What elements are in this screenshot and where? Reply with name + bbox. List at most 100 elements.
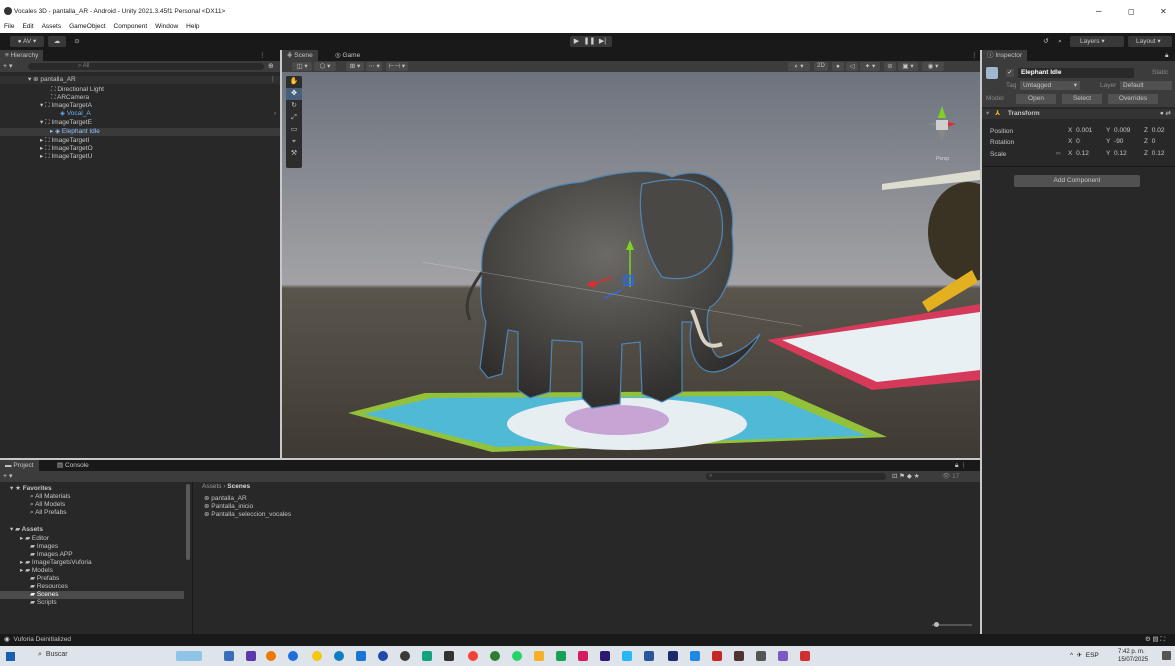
view-tool-icon[interactable]: ✋: [286, 76, 302, 88]
layers-dropdown[interactable]: Layers ▾: [1070, 36, 1124, 47]
illustrator-icon[interactable]: [734, 651, 744, 661]
menu-window[interactable]: Window: [155, 23, 178, 30]
tab-scene[interactable]: ⋕ Scene: [282, 50, 318, 61]
scene-asset[interactable]: ⊛ Pantalla_seleccion_vocales: [204, 511, 980, 519]
hidden-packages-count[interactable]: 👁︎ 17: [942, 472, 959, 480]
grid-snap-button[interactable]: ⊞ ▾: [346, 62, 364, 71]
chrome-icon[interactable]: [312, 651, 322, 661]
clock[interactable]: 7:42 p. m. 15/07/2025: [1118, 648, 1148, 664]
close-button[interactable]: ✕: [1160, 7, 1167, 16]
transform-tool-icon[interactable]: ⌖: [286, 136, 302, 148]
vscode-icon[interactable]: [690, 651, 700, 661]
position-z-field[interactable]: Z 0.02: [1144, 127, 1167, 134]
static-toggle[interactable]: Static: [1152, 69, 1168, 76]
lock-icon[interactable]: 🔒︎: [1160, 50, 1173, 61]
hierarchy-item[interactable]: ▸ ⛶ ImageTargetU: [0, 153, 280, 161]
scene-menu-icon[interactable]: ⋮: [966, 50, 983, 61]
tag-dropdown[interactable]: Untagged ▾: [1020, 81, 1080, 90]
folder-item[interactable]: ▸ ▰ Models: [0, 567, 184, 575]
account-button[interactable]: ● AV ▾: [10, 36, 44, 47]
widget-icon[interactable]: [176, 651, 202, 661]
edge-icon[interactable]: [334, 651, 344, 661]
tab-project[interactable]: ▬ Project: [0, 460, 39, 471]
object-name-field[interactable]: Elephant Idle: [1018, 68, 1134, 78]
menu-file[interactable]: File: [4, 23, 14, 30]
scene-menu-icon[interactable]: ⋮: [270, 76, 277, 84]
app-icon[interactable]: [712, 651, 722, 661]
scale-tool-icon[interactable]: ⤢: [286, 112, 302, 124]
windows-start-icon[interactable]: [6, 652, 15, 661]
scale-z-field[interactable]: Z 0.12: [1144, 150, 1167, 157]
project-search-input[interactable]: ⌕: [706, 473, 886, 480]
icon-size-slider-handle[interactable]: [934, 622, 939, 627]
play-button[interactable]: ▶: [570, 36, 583, 47]
favorite-item[interactable]: ⌕ All Prefabs: [0, 509, 184, 517]
firefox-icon[interactable]: [266, 651, 276, 661]
opera-icon[interactable]: [468, 651, 478, 661]
favorite-item[interactable]: ⌕ All Models: [0, 501, 184, 509]
add-component-button[interactable]: Add Component: [1014, 175, 1140, 187]
folder-item-selected[interactable]: ▰ Scenes: [0, 591, 184, 599]
rotation-x-field[interactable]: X 0: [1068, 138, 1082, 145]
icon-size-slider[interactable]: [932, 622, 972, 627]
draw-mode-dropdown[interactable]: ◫ ▾: [292, 62, 312, 71]
hierarchy-item[interactable]: ▸ ⛶ ImageTargetI: [0, 137, 280, 145]
scale-x-field[interactable]: X 0.12: [1068, 150, 1091, 157]
custom-tool-icon[interactable]: ⚒: [286, 148, 302, 160]
copilot-icon[interactable]: [246, 651, 256, 661]
notifications-icon[interactable]: [1162, 651, 1171, 660]
app-icon[interactable]: [378, 651, 388, 661]
hierarchy-search-input[interactable]: ⌕ All: [28, 63, 264, 70]
tab-inspector[interactable]: ⓘ Inspector: [982, 50, 1028, 61]
favorites-row[interactable]: ▾ ★ Favorites: [0, 485, 184, 493]
rotation-z-field[interactable]: Z 0: [1144, 138, 1158, 145]
taskbar-search[interactable]: ⌕ Buscar: [38, 651, 68, 659]
audition-icon[interactable]: [668, 651, 678, 661]
shading-mode-button[interactable]: ◐ ▾: [788, 62, 810, 71]
active-checkbox[interactable]: ✓: [1006, 69, 1014, 77]
hierarchy-item[interactable]: ▸ ⛶ ImageTargetO: [0, 145, 280, 153]
snap-increment-button[interactable]: ⋯ ▾: [366, 62, 382, 71]
acrobat-icon[interactable]: [800, 651, 810, 661]
camera-dropdown[interactable]: ▣ ▾: [898, 62, 918, 71]
folder-item[interactable]: ▰ Resources: [0, 583, 184, 591]
hierarchy-item[interactable]: ▾ ⛶ ImageTargetA: [0, 102, 280, 110]
task-view-icon[interactable]: [224, 651, 234, 661]
system-tray[interactable]: ^ ✈ ESP: [1070, 651, 1099, 659]
overrides-button[interactable]: Overrides: [1108, 94, 1158, 104]
premiere-icon[interactable]: [600, 651, 610, 661]
constrain-proportions-icon[interactable]: ∞: [1056, 150, 1061, 157]
scene-asset[interactable]: ⊛ Pantalla_inicio: [204, 503, 980, 511]
transform-header[interactable]: ▾ ⅄ Transform ● ⇄: [982, 109, 1175, 119]
breadcrumb-root[interactable]: Assets: [202, 483, 222, 490]
app-icon[interactable]: [422, 651, 432, 661]
app-icon[interactable]: [556, 651, 566, 661]
create-add-button[interactable]: + ▾: [3, 62, 13, 70]
app-icon[interactable]: [400, 651, 410, 661]
whatsapp-icon[interactable]: [512, 651, 522, 661]
scale-y-field[interactable]: Y 0.12: [1106, 150, 1129, 157]
app-icon[interactable]: [288, 651, 298, 661]
hierarchy-item[interactable]: ⛶ Directional Light: [0, 86, 280, 94]
open-button[interactable]: Open: [1016, 94, 1056, 104]
align-button[interactable]: ⊢⊣ ▾: [386, 62, 408, 71]
step-button[interactable]: ▶|: [596, 36, 609, 47]
scene-asset[interactable]: ⊛ pantalla_AR: [204, 495, 980, 503]
undo-history-icon[interactable]: ↺: [1040, 36, 1052, 47]
tab-console[interactable]: ▤ Console: [52, 460, 94, 471]
folder-item[interactable]: ▰ Images: [0, 543, 184, 551]
transform-settings-icon[interactable]: ● ⇄: [1160, 109, 1171, 119]
layer-dropdown[interactable]: Default: [1120, 81, 1172, 90]
folder-item[interactable]: ▰ Images APP: [0, 551, 184, 559]
breadcrumb-current[interactable]: Scenes: [227, 483, 250, 490]
assets-row[interactable]: ▾ ▰ Assets: [0, 526, 184, 534]
app-icon[interactable]: [622, 651, 632, 661]
project-menu-icon[interactable]: 🔒︎ ⋮: [950, 460, 972, 471]
lighting-toggle-icon[interactable]: ●: [832, 62, 844, 71]
app-icon[interactable]: [490, 651, 500, 661]
pause-button[interactable]: ❚❚: [583, 36, 596, 47]
tab-game[interactable]: ◎ Game: [330, 50, 365, 61]
collab-icon[interactable]: ⊙: [70, 36, 84, 47]
search-icon[interactable]: ⌕: [1054, 36, 1066, 47]
tab-hierarchy[interactable]: ≡ Hierarchy: [0, 50, 44, 61]
